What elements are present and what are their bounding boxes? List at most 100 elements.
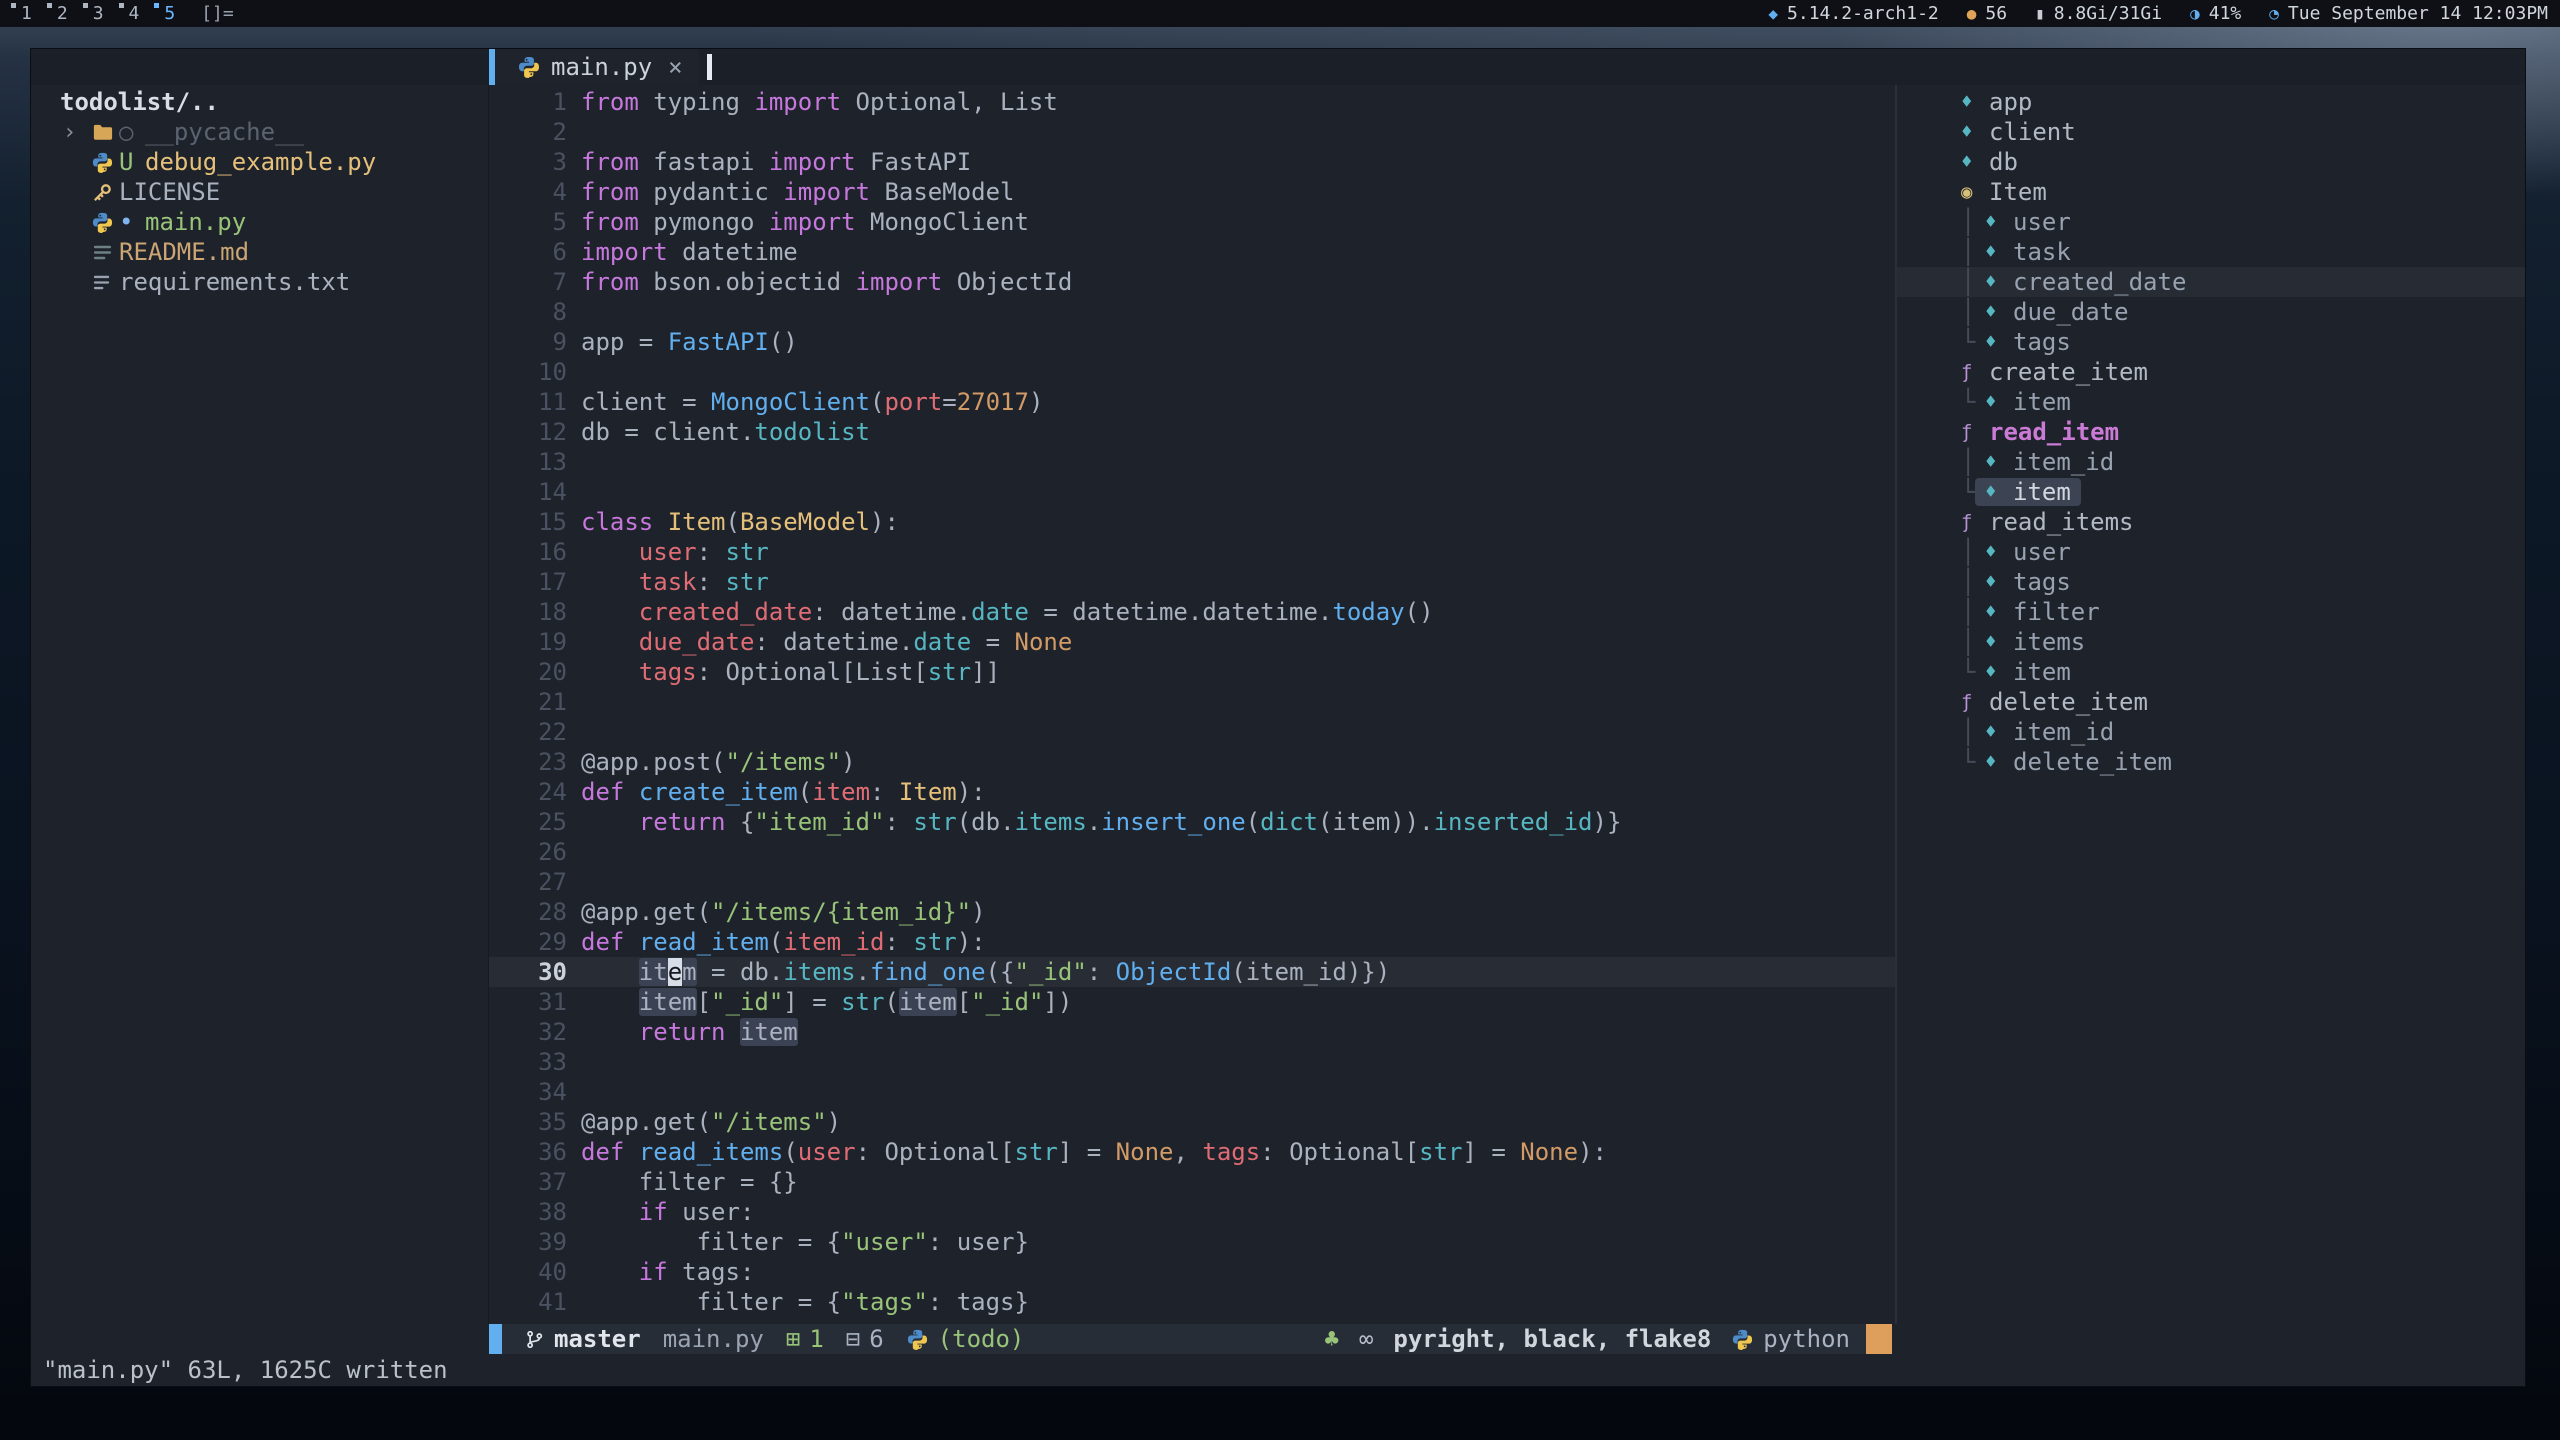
code-line[interactable]: 9app = FastAPI() bbox=[489, 327, 1895, 357]
tree-item-debug_example.py[interactable]: Udebug_example.py bbox=[31, 147, 488, 177]
line-number: 33 bbox=[489, 1047, 567, 1077]
code-line[interactable]: 2 bbox=[489, 117, 1895, 147]
tab-close-icon[interactable]: × bbox=[668, 53, 682, 81]
code-text: filter = {} bbox=[581, 1167, 798, 1197]
code-line[interactable]: 40 if tags: bbox=[489, 1257, 1895, 1287]
outline-item-read_items[interactable]: ƒread_items bbox=[1897, 507, 2525, 537]
code-line[interactable]: 10 bbox=[489, 357, 1895, 387]
outline-item-read_item[interactable]: ƒread_item bbox=[1897, 417, 2525, 447]
outline-item-box: ♦tags bbox=[1975, 328, 2081, 356]
tree-item-README.md[interactable]: README.md bbox=[31, 237, 488, 267]
outline-item-tags[interactable]: │♦tags bbox=[1897, 567, 2525, 597]
outline-item-user[interactable]: │♦user bbox=[1897, 537, 2525, 567]
code-text: from pymongo import MongoClient bbox=[581, 207, 1029, 237]
workspace-tag-2[interactable]: 2 bbox=[42, 0, 78, 27]
code-line[interactable]: 4from pydantic import BaseModel bbox=[489, 177, 1895, 207]
code-text: @app.post("/items") bbox=[581, 747, 856, 777]
workspace-tag-4[interactable]: 4 bbox=[114, 0, 150, 27]
outline-item-client[interactable]: ♦client bbox=[1897, 117, 2525, 147]
code-line[interactable]: 18 created_date: datetime.date = datetim… bbox=[489, 597, 1895, 627]
outline-item-db[interactable]: ♦db bbox=[1897, 147, 2525, 177]
workspace-tag-1[interactable]: 1 bbox=[6, 0, 42, 27]
code-line[interactable]: 15class Item(BaseModel): bbox=[489, 507, 1895, 537]
code-line[interactable]: 22 bbox=[489, 717, 1895, 747]
outline-item-created_date[interactable]: │♦created_date bbox=[1897, 267, 2525, 297]
code-line[interactable]: 41 filter = {"tags": tags} bbox=[489, 1287, 1895, 1317]
code-line[interactable]: 7from bson.objectid import ObjectId bbox=[489, 267, 1895, 297]
outline-item-Item[interactable]: ◉Item bbox=[1897, 177, 2525, 207]
tree-item-__pycache__[interactable]: ›○__pycache__ bbox=[31, 117, 488, 147]
outline-item-item[interactable]: └♦item bbox=[1897, 657, 2525, 687]
tree-item-label: requirements.txt bbox=[119, 268, 350, 296]
code-line[interactable]: 28@app.get("/items/{item_id}") bbox=[489, 897, 1895, 927]
code-line[interactable]: 16 user: str bbox=[489, 537, 1895, 567]
code-line[interactable]: 25 return {"item_id": str(db.items.inser… bbox=[489, 807, 1895, 837]
code-line[interactable]: 14 bbox=[489, 477, 1895, 507]
outline-item-app[interactable]: ♦app bbox=[1897, 87, 2525, 117]
code-line[interactable]: 35@app.get("/items") bbox=[489, 1107, 1895, 1137]
code-text: item["_id"] = str(item["_id"]) bbox=[581, 987, 1072, 1017]
code-line[interactable]: 21 bbox=[489, 687, 1895, 717]
outline-item-delete_item[interactable]: ƒdelete_item bbox=[1897, 687, 2525, 717]
code-line[interactable]: 11client = MongoClient(port=27017) bbox=[489, 387, 1895, 417]
func-icon: ƒ bbox=[1961, 421, 1989, 443]
code-line[interactable]: 8 bbox=[489, 297, 1895, 327]
tree-item-label: debug_example.py bbox=[145, 148, 376, 176]
outline-item-filter[interactable]: │♦filter bbox=[1897, 597, 2525, 627]
code-line[interactable]: 20 tags: Optional[List[str]] bbox=[489, 657, 1895, 687]
workspace-tag-3[interactable]: 3 bbox=[78, 0, 114, 27]
layout-symbol[interactable]: []= bbox=[201, 3, 234, 24]
outline-item-item_id[interactable]: │♦item_id bbox=[1897, 717, 2525, 747]
code-line[interactable]: 29def read_item(item_id: str): bbox=[489, 927, 1895, 957]
outline-item-item[interactable]: └♦item bbox=[1897, 387, 2525, 417]
outline-item-label: user bbox=[2013, 538, 2071, 566]
code-line[interactable]: 32 return item bbox=[489, 1017, 1895, 1047]
tree-item-LICENSE[interactable]: LICENSE bbox=[31, 177, 488, 207]
tree-item-main.py[interactable]: •main.py bbox=[31, 207, 488, 237]
workspace-tag-5[interactable]: 5 bbox=[149, 0, 185, 27]
code-line[interactable]: 33 bbox=[489, 1047, 1895, 1077]
outline-item-create_item[interactable]: ƒcreate_item bbox=[1897, 357, 2525, 387]
outline-item-tags[interactable]: └♦tags bbox=[1897, 327, 2525, 357]
code-line[interactable]: 19 due_date: datetime.date = None bbox=[489, 627, 1895, 657]
code-line[interactable]: 24def create_item(item: Item): bbox=[489, 777, 1895, 807]
code-line[interactable]: 3from fastapi import FastAPI bbox=[489, 147, 1895, 177]
outline-item-task[interactable]: │♦task bbox=[1897, 237, 2525, 267]
var-icon: ♦ bbox=[1985, 601, 2013, 623]
code-line[interactable]: 30 item = db.items.find_one({"_id": Obje… bbox=[489, 957, 1895, 987]
code-line[interactable]: 38 if user: bbox=[489, 1197, 1895, 1227]
outline-item-items[interactable]: │♦items bbox=[1897, 627, 2525, 657]
line-number: 19 bbox=[489, 627, 567, 657]
code-line[interactable]: 31 item["_id"] = str(item["_id"]) bbox=[489, 987, 1895, 1017]
var-icon: ♦ bbox=[1985, 301, 2013, 323]
outline-item-item_id[interactable]: │♦item_id bbox=[1897, 447, 2525, 477]
code-line[interactable]: 13 bbox=[489, 447, 1895, 477]
code-line[interactable]: 1from typing import Optional, List bbox=[489, 87, 1895, 117]
code-line[interactable]: 23@app.post("/items") bbox=[489, 747, 1895, 777]
outline-item-label: filter bbox=[2013, 598, 2100, 626]
code-line[interactable]: 36def read_items(user: Optional[str] = N… bbox=[489, 1137, 1895, 1167]
code-line[interactable]: 12db = client.todolist bbox=[489, 417, 1895, 447]
code-line[interactable]: 34 bbox=[489, 1077, 1895, 1107]
line-number: 18 bbox=[489, 597, 567, 627]
tree-item-requirements.txt[interactable]: requirements.txt bbox=[31, 267, 488, 297]
outline-item-delete_item[interactable]: └♦delete_item bbox=[1897, 747, 2525, 777]
code-line[interactable]: 39 filter = {"user": user} bbox=[489, 1227, 1895, 1257]
code-line[interactable]: 37 filter = {} bbox=[489, 1167, 1895, 1197]
class-icon: ◉ bbox=[1961, 181, 1989, 203]
outline-item-label: app bbox=[1989, 88, 2032, 116]
code-text: from typing import Optional, List bbox=[581, 87, 1058, 117]
code-line[interactable]: 6import datetime bbox=[489, 237, 1895, 267]
outline-item-user[interactable]: │♦user bbox=[1897, 207, 2525, 237]
tab-main-py[interactable]: main.py × bbox=[489, 49, 699, 85]
tree-root[interactable]: todolist/.. bbox=[31, 87, 488, 117]
code-text: class Item(BaseModel): bbox=[581, 507, 899, 537]
code-text: return item bbox=[581, 1017, 798, 1047]
code-line[interactable]: 27 bbox=[489, 867, 1895, 897]
code-line[interactable]: 17 task: str bbox=[489, 567, 1895, 597]
outline-item-due_date[interactable]: │♦due_date bbox=[1897, 297, 2525, 327]
outline-item-item[interactable]: └♦item bbox=[1897, 477, 2525, 507]
code-line[interactable]: 5from pymongo import MongoClient bbox=[489, 207, 1895, 237]
code-line[interactable]: 26 bbox=[489, 837, 1895, 867]
editor[interactable]: 1from typing import Optional, List23from… bbox=[489, 85, 1895, 1324]
